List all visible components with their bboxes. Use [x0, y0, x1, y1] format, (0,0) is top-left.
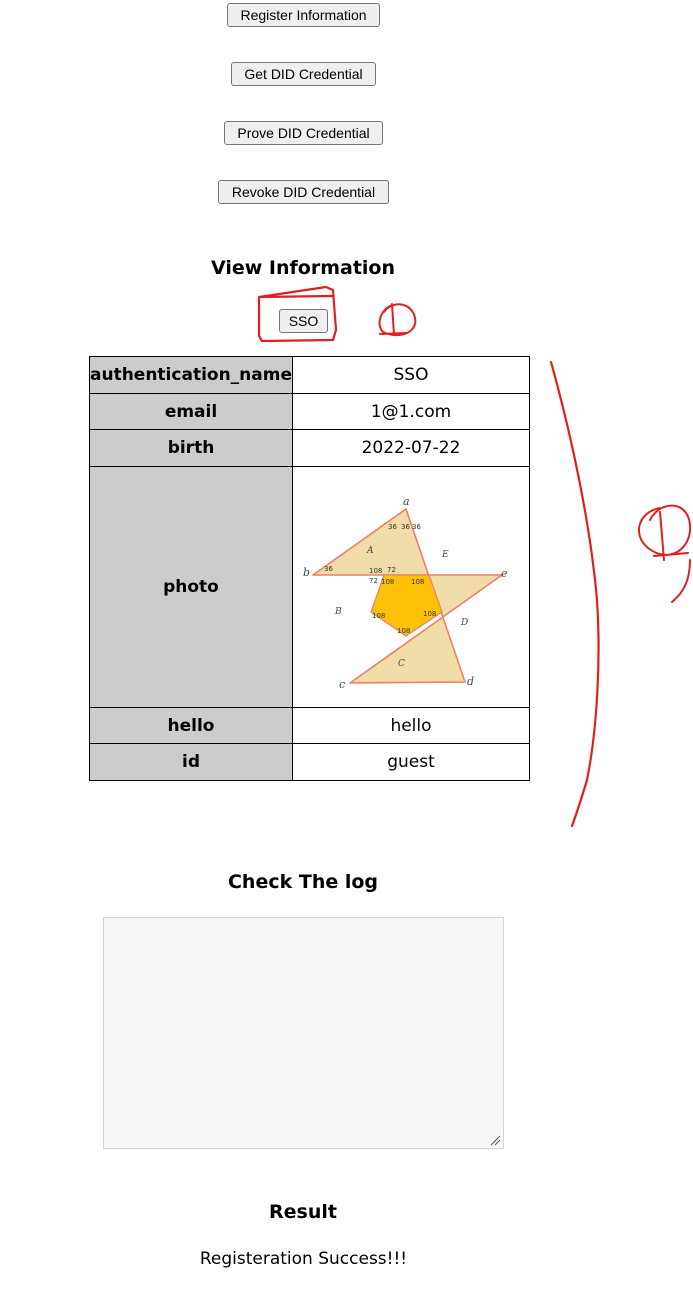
- row-value: 2022-07-22: [292, 429, 530, 467]
- check-the-log-heading: Check The log: [227, 871, 379, 893]
- angle-label: 36: [401, 523, 410, 531]
- get-did-credential-button[interactable]: Get DID Credential: [231, 62, 376, 86]
- region-label: A: [366, 546, 374, 556]
- angle-label: 108: [369, 567, 382, 575]
- vertex-label: a: [403, 495, 410, 508]
- angle-label: 108: [423, 610, 436, 618]
- region-label: D: [460, 618, 468, 628]
- annotation-bracket: [549, 360, 600, 828]
- annotation-number-one: [378, 303, 417, 337]
- region-label: E: [441, 550, 449, 560]
- angle-label: 108: [372, 612, 385, 620]
- table-row: hello hello: [89, 707, 530, 744]
- view-information-heading: View Information: [210, 257, 396, 279]
- row-key: hello: [89, 707, 293, 744]
- region-label: C: [398, 659, 405, 669]
- table-row: email 1@1.com: [89, 393, 530, 430]
- angle-label: 72: [369, 577, 378, 585]
- angle-label: 108: [397, 627, 410, 635]
- annotation-number-one: [638, 504, 692, 603]
- angle-label: 72: [387, 566, 396, 574]
- angle-label: 108: [381, 578, 394, 586]
- row-value: SSO: [292, 356, 530, 394]
- table-row: authentication_name SSO: [89, 356, 530, 394]
- row-value: hello: [292, 707, 530, 744]
- row-key: photo: [89, 466, 293, 708]
- row-key: email: [89, 393, 293, 430]
- row-key: id: [89, 743, 293, 781]
- info-table: authentication_name SSO email 1@1.com bi…: [89, 356, 530, 781]
- log-textarea[interactable]: [103, 917, 504, 1149]
- revoke-did-credential-button[interactable]: Revoke DID Credential: [218, 180, 389, 204]
- vertex-label: e: [501, 567, 508, 580]
- row-value: guest: [292, 743, 530, 781]
- angle-label: 108: [411, 578, 424, 586]
- table-row: photo a b c d e A B C D E 36 36 36 36 10…: [89, 466, 530, 708]
- table-row: birth 2022-07-22: [89, 429, 530, 467]
- photo-cell: a b c d e A B C D E 36 36 36 36 108 72 7…: [292, 466, 530, 708]
- vertex-label: d: [467, 675, 474, 688]
- resize-grip-icon[interactable]: [489, 1134, 501, 1146]
- register-information-button[interactable]: Register Information: [227, 3, 380, 27]
- sso-button[interactable]: SSO: [279, 309, 328, 333]
- vertex-label: c: [339, 678, 345, 691]
- table-row: id guest: [89, 743, 530, 781]
- vertex-label: b: [303, 566, 310, 579]
- angle-label: 36: [324, 565, 333, 573]
- row-value: 1@1.com: [292, 393, 530, 430]
- row-key: authentication_name: [89, 356, 293, 394]
- star-figure-image: a b c d e A B C D E 36 36 36 36 108 72 7…: [303, 495, 508, 691]
- prove-did-credential-button[interactable]: Prove DID Credential: [224, 121, 383, 145]
- result-text: Registeration Success!!!: [199, 1249, 408, 1269]
- region-label: B: [334, 607, 342, 617]
- angle-label: 36: [412, 523, 421, 531]
- angle-label: 36: [388, 523, 397, 531]
- row-key: birth: [89, 429, 293, 467]
- result-heading: Result: [269, 1201, 337, 1223]
